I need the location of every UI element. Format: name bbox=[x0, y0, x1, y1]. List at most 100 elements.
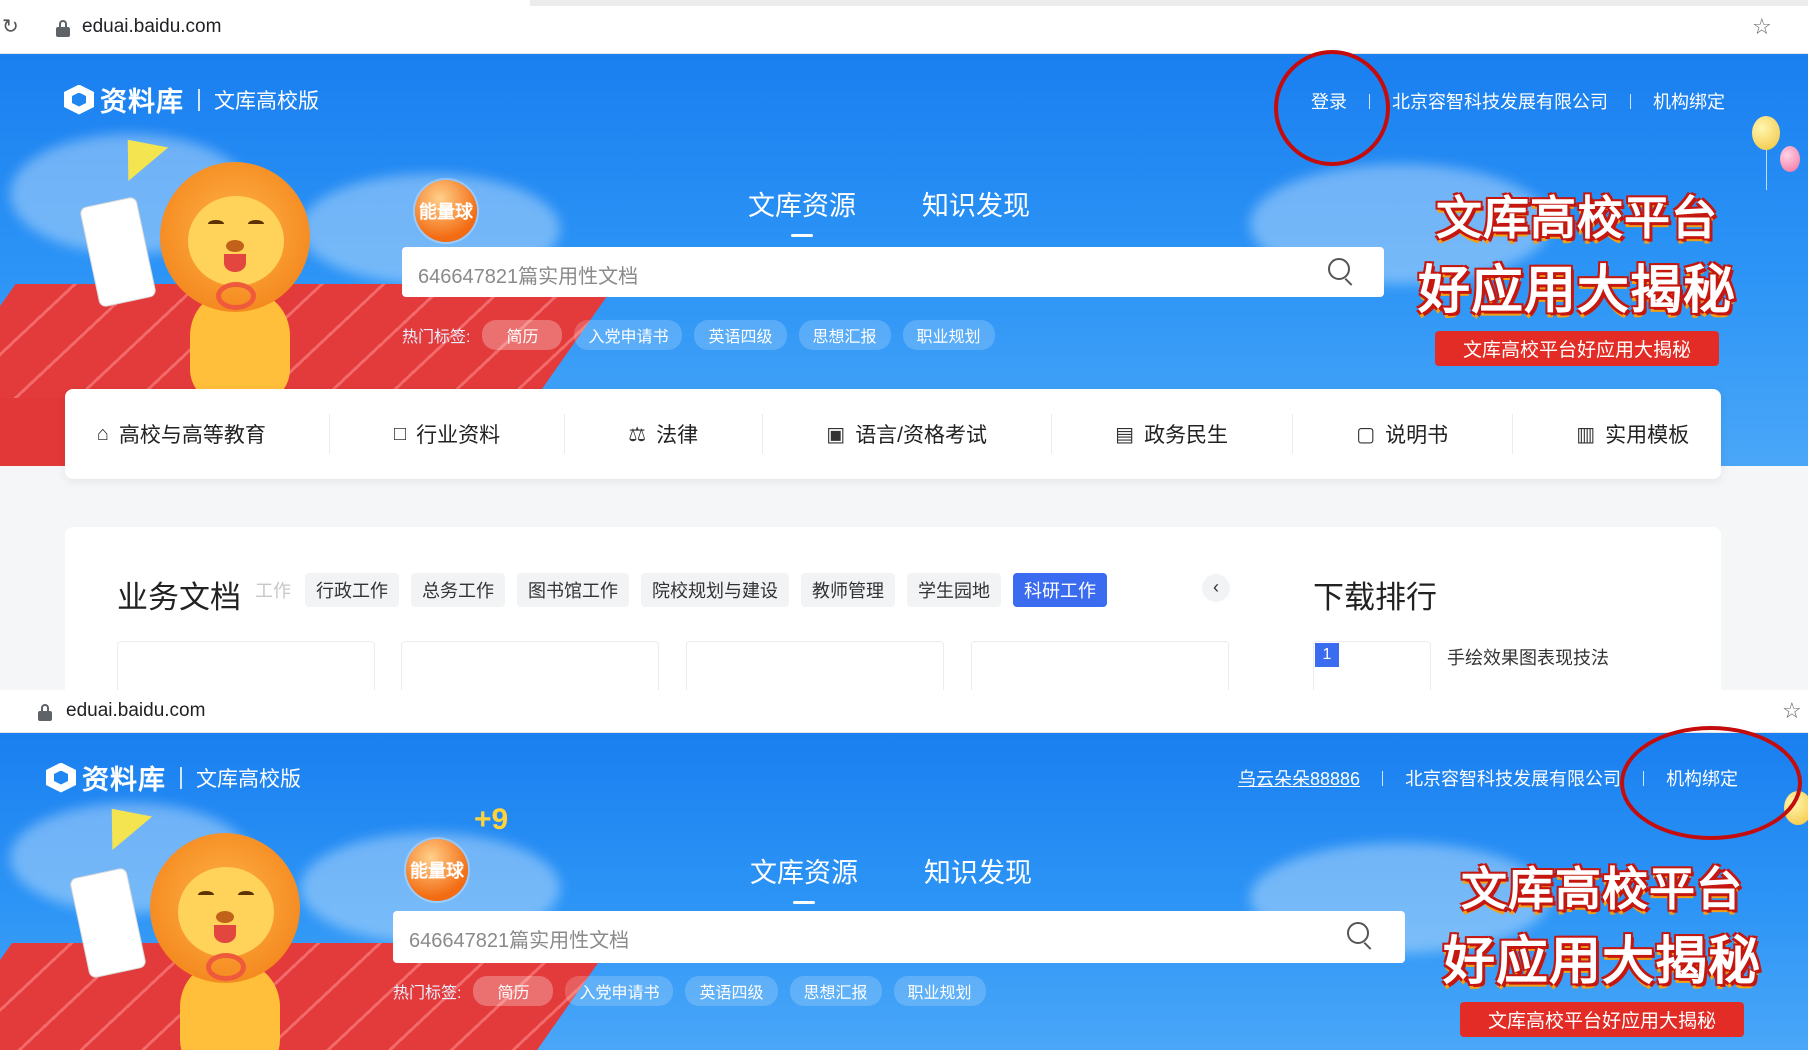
hot-tags-label: 热门标签: bbox=[402, 329, 471, 346]
hot-tag[interactable]: 思想汇报 bbox=[789, 976, 882, 1006]
bookmark-star-icon[interactable]: ☆ bbox=[1782, 698, 1802, 724]
hot-tag[interactable]: 英语四级 bbox=[685, 976, 778, 1006]
bookmark-star-icon[interactable]: ☆ bbox=[1752, 14, 1772, 40]
site-logo[interactable]: 资料库 文库高校版 bbox=[64, 80, 319, 119]
category-divider bbox=[329, 414, 331, 454]
url-text[interactable]: eduai.baidu.com bbox=[82, 16, 221, 38]
rank-badge: 1 bbox=[1315, 643, 1339, 667]
balloon-string bbox=[1766, 150, 1767, 190]
tab-strip bbox=[0, 0, 1808, 6]
category-templates[interactable]: ▥ 实用模板 bbox=[1576, 419, 1689, 449]
category-divider bbox=[1291, 414, 1293, 454]
search-box[interactable]: 646647821篇实用性文档 bbox=[393, 911, 1405, 963]
doc-card[interactable] bbox=[971, 641, 1229, 690]
main-tabs: 文库资源 知识发现 bbox=[750, 851, 1098, 890]
active-tab[interactable] bbox=[0, 0, 530, 6]
mascot-eye bbox=[248, 220, 264, 228]
category-label: 语言/资格考试 bbox=[855, 424, 988, 447]
hot-tag[interactable]: 简历 bbox=[482, 320, 563, 350]
building-icon: ▤ bbox=[1115, 423, 1135, 446]
site-logo[interactable]: 资料库 文库高校版 bbox=[46, 758, 301, 797]
doc-tag[interactable]: 总务工作 bbox=[411, 573, 505, 607]
brand-name: 资料库 bbox=[100, 87, 184, 117]
org-name-link[interactable]: 北京容智科技发展有限公司 bbox=[1405, 765, 1621, 791]
chevron-left-icon[interactable]: ‹ bbox=[1202, 574, 1230, 602]
category-bar: ⌂ 高校与高等教育 □ 行业资料 ⚖ 法律 ▣ 语言/资格考试 ▤ 政务民生 ▢ 说明书 ▥… bbox=[65, 389, 1721, 479]
org-name-link[interactable]: 北京容智科技发展有限公司 bbox=[1392, 88, 1608, 114]
gavel-icon: ⚖ bbox=[628, 423, 647, 446]
doc-tag[interactable]: 行政工作 bbox=[305, 573, 399, 607]
hot-tag[interactable]: 入党申请书 bbox=[565, 976, 674, 1006]
school-icon: ⌂ bbox=[96, 422, 109, 445]
category-divider bbox=[1511, 414, 1513, 454]
tab-library-resources[interactable]: 文库资源 bbox=[750, 851, 858, 890]
bind-institution-link[interactable]: 机构绑定 bbox=[1653, 88, 1725, 114]
doc-card[interactable] bbox=[117, 641, 375, 690]
category-government[interactable]: ▤ 政务民生 bbox=[1115, 419, 1228, 449]
doc-tag[interactable]: 院校规划与建设 bbox=[641, 573, 789, 607]
energy-bonus: +9 bbox=[474, 803, 509, 836]
template-icon: ▥ bbox=[1576, 423, 1596, 446]
logo-divider bbox=[198, 88, 200, 111]
track-base-decoration bbox=[0, 398, 70, 466]
doc-card[interactable] bbox=[401, 641, 659, 690]
url-text[interactable]: eduai.baidu.com bbox=[66, 700, 205, 722]
business-doc-tags: 工作 行政工作 总务工作 图书馆工作 院校规划与建设 教师管理 学生园地 科研工… bbox=[255, 573, 1119, 607]
category-label: 高校与高等教育 bbox=[118, 424, 266, 447]
download-rank-title: 下载排行 bbox=[1313, 580, 1437, 615]
lock-icon[interactable] bbox=[38, 704, 52, 721]
doc-tag[interactable]: 图书馆工作 bbox=[517, 573, 629, 607]
mascot-mouth bbox=[224, 254, 246, 272]
balloon-icon bbox=[1780, 146, 1800, 172]
category-label: 政务民生 bbox=[1144, 424, 1229, 447]
hot-tag[interactable]: 职业规划 bbox=[902, 320, 995, 350]
tab-knowledge-discovery[interactable]: 知识发现 bbox=[924, 851, 1032, 890]
hot-tag[interactable]: 简历 bbox=[473, 976, 554, 1006]
category-divider bbox=[1050, 414, 1052, 454]
category-higher-education[interactable]: ⌂ 高校与高等教育 bbox=[97, 419, 266, 449]
promo-headline-2: 好应用大揭秘 bbox=[1417, 261, 1736, 321]
annotation-circle-bind bbox=[1620, 726, 1802, 840]
browser-address-bar: ↻ eduai.baidu.com ☆ bbox=[0, 0, 1808, 54]
doc-tag-faded[interactable]: 工作 bbox=[255, 577, 291, 603]
category-manuals[interactable]: ▢ 说明书 bbox=[1356, 419, 1448, 449]
headphone-icon bbox=[216, 282, 256, 310]
hot-tag[interactable]: 思想汇报 bbox=[798, 320, 891, 350]
doc-tag-active[interactable]: 科研工作 bbox=[1013, 573, 1107, 607]
promo-banner[interactable]: 文库高校平台 好应用大揭秘 文库高校平台好应用大揭秘 bbox=[1412, 182, 1742, 366]
nav-separator bbox=[1382, 770, 1384, 786]
category-industry[interactable]: □ 行业资料 bbox=[394, 419, 500, 449]
doc-tag[interactable]: 学生园地 bbox=[907, 573, 1001, 607]
logo-hexagon-icon bbox=[46, 762, 76, 793]
energy-ball-button[interactable]: 能量球 bbox=[415, 180, 477, 242]
doc-tag[interactable]: 教师管理 bbox=[801, 573, 895, 607]
hot-tag[interactable]: 英语四级 bbox=[694, 320, 787, 350]
search-icon[interactable] bbox=[1347, 922, 1373, 950]
search-icon[interactable] bbox=[1328, 258, 1354, 286]
hot-tag[interactable]: 职业规划 bbox=[893, 976, 986, 1006]
mascot-nose bbox=[216, 911, 234, 923]
promo-ribbon: 文库高校平台好应用大揭秘 bbox=[1434, 331, 1719, 366]
promo-ribbon: 文库高校平台好应用大揭秘 bbox=[1459, 1002, 1744, 1037]
tab-library-resources[interactable]: 文库资源 bbox=[748, 184, 856, 223]
hero-banner: 资料库 文库高校版 乌云朵朵88886 北京容智科技发展有限公司 机构绑定 能量… bbox=[0, 733, 1808, 1050]
category-label: 实用模板 bbox=[1605, 424, 1690, 447]
reload-icon[interactable]: ↻ bbox=[2, 16, 24, 38]
category-law[interactable]: ⚖ 法律 bbox=[628, 419, 698, 449]
hot-tag[interactable]: 入党申请书 bbox=[574, 320, 683, 350]
exam-icon: ▣ bbox=[826, 423, 846, 446]
search-box[interactable]: 646647821篇实用性文档 bbox=[402, 247, 1384, 297]
screenshot-before-login: ↻ eduai.baidu.com ☆ 资料库 文库高校版 登录 北京容智科技发… bbox=[0, 0, 1808, 690]
doc-card[interactable] bbox=[686, 641, 944, 690]
energy-ball-button[interactable]: 能量球 bbox=[406, 839, 468, 901]
tab-knowledge-discovery[interactable]: 知识发现 bbox=[922, 184, 1030, 223]
screenshot-after-login: eduai.baidu.com ☆ 资料库 文库高校版 乌云朵朵88886 北京… bbox=[0, 690, 1808, 1050]
main-tabs: 文库资源 知识发现 bbox=[748, 184, 1096, 223]
username-link[interactable]: 乌云朵朵88886 bbox=[1238, 765, 1360, 791]
category-language-exam[interactable]: ▣ 语言/资格考试 bbox=[826, 419, 987, 449]
mascot-eye bbox=[208, 220, 224, 228]
lock-icon[interactable] bbox=[56, 20, 70, 37]
brand-subtitle: 文库高校版 bbox=[214, 89, 319, 113]
rank-item-title[interactable]: 手绘效果图表现技法 bbox=[1447, 644, 1609, 670]
promo-banner[interactable]: 文库高校平台 好应用大揭秘 文库高校平台好应用大揭秘 bbox=[1432, 853, 1772, 1037]
